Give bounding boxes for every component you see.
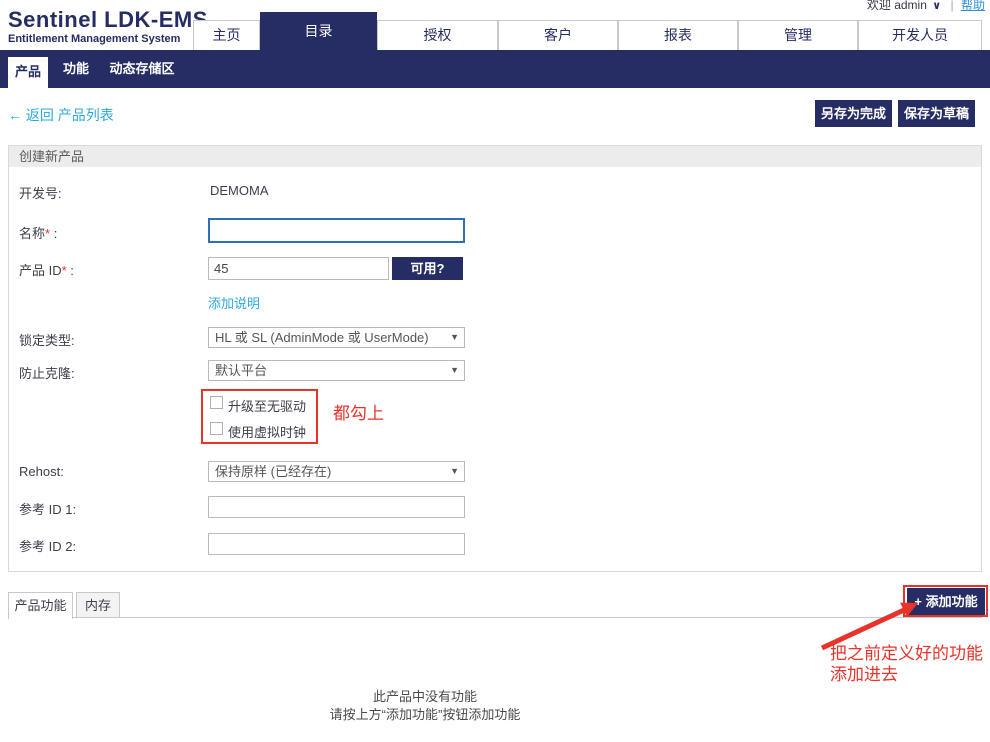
subnav-item-storage[interactable]: 动态存储区 [102, 50, 182, 88]
annotation-add-note-line2: 添加进去 [830, 664, 983, 685]
availability-check-button[interactable]: 可用? [392, 257, 463, 280]
create-product-form: 开发号: DEMOMA 名称* : 产品 ID* : 可用? 添加说明 锁定类型… [8, 167, 982, 572]
empty-message-line2: 请按上方“添加功能”按钮添加功能 [125, 706, 725, 724]
add-description-link[interactable]: 添加说明 [208, 293, 260, 312]
empty-message-line1: 此产品中没有功能 [125, 688, 725, 706]
dropdown-arrow-icon: ▼ [450, 361, 459, 380]
welcome-bar: 欢迎 admin ∨ | 帮助 [867, 0, 985, 13]
empty-feature-message: 此产品中没有功能 请按上方“添加功能”按钮添加功能 [125, 688, 725, 724]
ref-id-2-input[interactable] [208, 533, 465, 555]
user-menu-caret-icon[interactable]: ∨ [932, 0, 941, 12]
product-id-label: 产品 ID* : [19, 260, 74, 279]
logo-subtitle: Entitlement Management System [8, 33, 208, 45]
subnav-item-products[interactable]: 产品 [8, 57, 48, 88]
clone-protection-value: 默认平台 [215, 363, 267, 378]
divider: | [951, 0, 954, 12]
app-logo: Sentinel LDK-EMS Entitlement Management … [8, 8, 208, 45]
name-label-text: 名称 [19, 226, 45, 241]
tab-administration[interactable]: 管理 [738, 20, 858, 50]
save-as-complete-button[interactable]: 另存为完成 [815, 100, 892, 127]
clone-protection-select[interactable]: 默认平台 ▼ [208, 360, 465, 381]
ref-id-2-label: 参考 ID 2: [19, 536, 76, 555]
rehost-select[interactable]: 保持原样 (已经存在) ▼ [208, 461, 465, 482]
virtual-clock-label[interactable]: 使用虚拟时钟 [228, 422, 306, 441]
ref-id-1-input[interactable] [208, 496, 465, 518]
back-arrow-icon: ← [8, 107, 22, 123]
back-link-label: 返回 产品列表 [26, 107, 114, 123]
locking-type-select[interactable]: HL 或 SL (AdminMode 或 UserMode) ▼ [208, 327, 465, 348]
help-link[interactable]: 帮助 [961, 0, 985, 12]
tab-customers[interactable]: 客户 [498, 20, 618, 50]
upgrade-driverless-checkbox[interactable] [210, 396, 223, 409]
subnav-bar: 产品 功能 动态存储区 [0, 50, 990, 88]
tab-catalog[interactable]: 目录 [260, 12, 377, 50]
locking-type-label: 锁定类型: [19, 330, 75, 349]
welcome-text: 欢迎 admin [867, 0, 927, 12]
tab-product-features[interactable]: 产品功能 [8, 592, 73, 619]
tab-memory[interactable]: 内存 [76, 592, 120, 618]
name-colon: : [50, 226, 57, 241]
upgrade-driverless-label[interactable]: 升级至无驱动 [228, 396, 306, 415]
clone-protection-label: 防止克隆: [19, 363, 75, 382]
logo-title: Sentinel LDK-EMS [8, 8, 208, 32]
rehost-value: 保持原样 (已经存在) [215, 464, 331, 479]
dev-id-label: 开发号: [19, 183, 62, 202]
subnav-item-features[interactable]: 功能 [56, 50, 96, 88]
add-feature-button[interactable]: + 添加功能 [907, 588, 985, 615]
dropdown-arrow-icon: ▼ [450, 328, 459, 347]
annotation-add-note: 把之前定义好的功能 添加进去 [830, 643, 983, 685]
rehost-label: Rehost: [19, 464, 64, 479]
save-as-draft-button[interactable]: 保存为草稿 [898, 100, 975, 127]
annotation-add-note-line1: 把之前定义好的功能 [830, 643, 983, 664]
product-id-input[interactable] [208, 257, 389, 280]
back-link[interactable]: ← 返回 产品列表 [8, 105, 114, 125]
dropdown-arrow-icon: ▼ [450, 462, 459, 481]
dev-id-value: DEMOMA [210, 183, 269, 198]
features-tabbar-divider [8, 617, 982, 618]
tab-reports[interactable]: 报表 [618, 20, 738, 50]
locking-type-value: HL 或 SL (AdminMode 或 UserMode) [215, 330, 429, 345]
tab-developers[interactable]: 开发人员 [858, 20, 982, 50]
virtual-clock-checkbox[interactable] [210, 422, 223, 435]
annotation-check-note: 都勾上 [333, 403, 384, 424]
product-id-colon: : [67, 263, 74, 278]
name-label: 名称* : [19, 223, 57, 242]
tab-home[interactable]: 主页 [193, 20, 260, 50]
ref-id-1-label: 参考 ID 1: [19, 499, 76, 518]
tab-entitlements[interactable]: 授权 [377, 20, 498, 50]
section-title: 创建新产品 [8, 145, 982, 168]
name-input[interactable] [208, 218, 465, 243]
product-id-label-text: 产品 ID [19, 263, 62, 278]
